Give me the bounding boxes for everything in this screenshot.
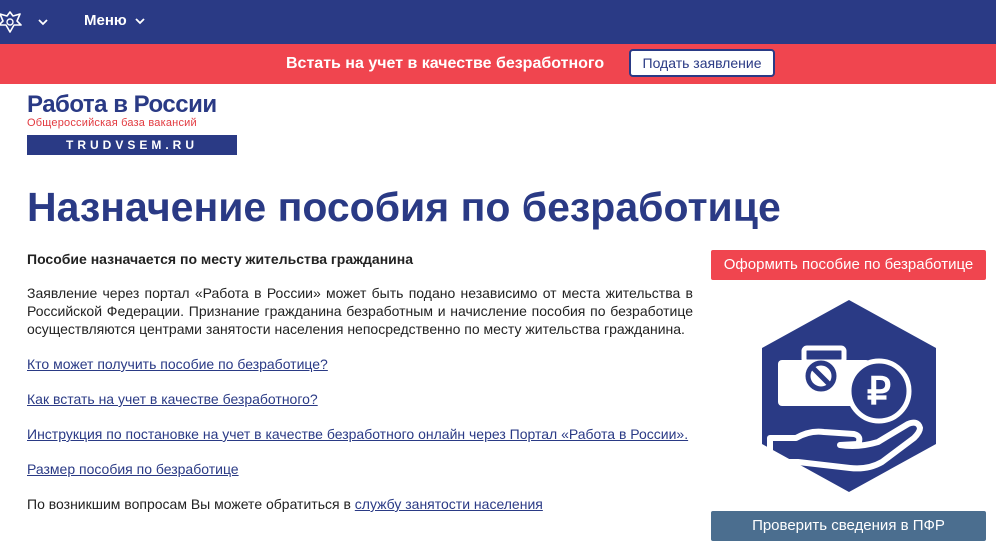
logo-subtitle: Общероссийская база вакансий xyxy=(27,117,197,129)
logo-title: Работа в России xyxy=(27,91,217,118)
link-benefit-amount[interactable]: Размер пособия по безработице xyxy=(27,461,239,477)
svg-text:₽: ₽ xyxy=(867,371,891,413)
link-online-instruction[interactable]: Инструкция по постановке на учет в качес… xyxy=(27,426,688,442)
link-how-to-register[interactable]: Как встать на учет в качестве безработно… xyxy=(27,391,318,407)
menu-label: Меню xyxy=(84,12,127,29)
main-content: Пособие назначается по месту жительства … xyxy=(27,250,693,513)
top-navigation-bar: Меню xyxy=(0,0,996,44)
banner-text: Встать на учет в качестве безработного xyxy=(286,55,605,72)
lead-text: Пособие назначается по месту жительства … xyxy=(27,251,414,267)
page-title: Назначение пособия по безработице xyxy=(27,184,781,230)
hand-briefcase-ruble-icon: ₽ xyxy=(762,300,936,492)
menu-button[interactable]: Меню xyxy=(84,12,147,29)
chevron-down-icon[interactable] xyxy=(36,15,50,29)
check-pfr-button[interactable]: Проверить сведения в ПФР xyxy=(711,511,986,541)
link-employment-service[interactable]: службу занятости населения xyxy=(355,496,543,512)
unemployment-banner: Встать на учет в качестве безработного xyxy=(0,44,996,84)
link-who-can-receive[interactable]: Кто может получить пособие по безработиц… xyxy=(27,356,328,372)
apply-benefit-button[interactable]: Оформить пособие по безработице xyxy=(711,250,986,280)
contact-text: По возникшим вопросам Вы можете обратить… xyxy=(27,496,355,512)
submit-application-button[interactable]: Подать заявление xyxy=(629,49,775,77)
logo-domain: TRUDVSEM.RU xyxy=(27,135,237,155)
intro-paragraph: Заявление через портал «Работа в России»… xyxy=(27,285,693,337)
site-logo[interactable]: Работа в России Общероссийская база вака… xyxy=(27,92,239,155)
eagle-emblem-icon[interactable] xyxy=(0,8,24,36)
chevron-down-icon xyxy=(135,17,145,24)
